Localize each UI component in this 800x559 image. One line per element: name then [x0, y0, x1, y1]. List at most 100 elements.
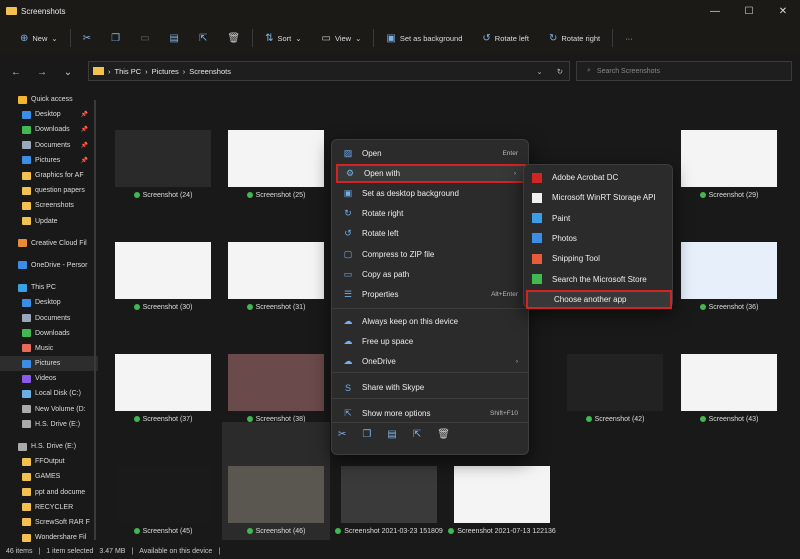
sidebar-item[interactable]: Desktop 📌: [0, 107, 98, 122]
file-tile[interactable]: Screenshot (24): [109, 120, 217, 204]
sidebar-item[interactable]: Creative Cloud Fil: [0, 236, 98, 251]
menu-item-rotate-right[interactable]: ↻ Rotate right: [336, 204, 526, 223]
rename-button[interactable]: ▤: [162, 26, 187, 50]
menu-item-copy-as-path[interactable]: ▭ Copy as path: [336, 265, 526, 284]
sidebar-item[interactable]: RECYCLER: [0, 500, 98, 515]
share-button[interactable]: ⇱: [191, 26, 215, 50]
file-tile[interactable]: Screenshot (31): [222, 232, 330, 316]
delete-button[interactable]: 🗑: [219, 26, 248, 50]
sidebar-item[interactable]: Update: [0, 214, 98, 229]
forward-arrow-icon[interactable]: →: [32, 67, 52, 78]
share-icon[interactable]: ⇱: [413, 429, 421, 440]
file-tile[interactable]: Screenshot (38): [222, 344, 330, 428]
sidebar-item[interactable]: Wondershare Fil: [0, 530, 98, 545]
breadcrumb-this-pc[interactable]: This PC: [115, 67, 142, 76]
submenu-item-choose-another-app[interactable]: Choose another app: [526, 289, 672, 309]
menu-item-open[interactable]: ▨ Open Enter: [336, 144, 526, 163]
sidebar-item[interactable]: This PC: [0, 280, 98, 295]
file-tile[interactable]: Screenshot (36): [675, 232, 783, 316]
sidebar-item[interactable]: FFOutput: [0, 454, 98, 469]
submenu-item-microsoft-winrt-storage-api[interactable]: Microsoft WinRT Storage API: [526, 188, 672, 207]
menu-item-rotate-left[interactable]: ↺ Rotate left: [336, 224, 526, 243]
sidebar-item[interactable]: Pictures: [0, 356, 98, 372]
file-tile[interactable]: Screenshot (43): [675, 344, 783, 428]
refresh-icon[interactable]: ↻: [557, 67, 563, 76]
minimize-button[interactable]: —: [698, 0, 732, 22]
sidebar-scrollbar[interactable]: [94, 100, 96, 540]
submenu-item-snipping-tool[interactable]: Snipping Tool: [526, 249, 672, 268]
file-tile[interactable]: Screenshot (29): [675, 120, 783, 204]
chevron-down-icon[interactable]: ⌄: [536, 67, 542, 76]
menu-item-label: Open: [362, 149, 382, 158]
copy-icon[interactable]: ❐: [362, 429, 371, 440]
open-with-icon: ⚙: [345, 168, 355, 178]
sidebar-item[interactable]: Documents: [0, 310, 98, 325]
sidebar-item[interactable]: Documents 📌: [0, 138, 98, 153]
sidebar-item[interactable]: Videos: [0, 371, 98, 386]
submenu-item-adobe-acrobat-dc[interactable]: Adobe Acrobat DC: [526, 168, 672, 187]
close-button[interactable]: ✕: [766, 0, 800, 22]
view-button[interactable]: ▭ View ⌄: [314, 26, 370, 50]
sort-button[interactable]: ⇅ Sort ⌄: [257, 26, 309, 50]
rotate-left-button[interactable]: ↺ Rotate left: [474, 26, 537, 50]
sidebar-item-label: Screenshots: [35, 202, 74, 210]
sidebar-item[interactable]: Music: [0, 341, 98, 356]
submenu-item-label: Microsoft WinRT Storage API: [552, 193, 656, 203]
menu-item-properties[interactable]: ☰ Properties Alt+Enter: [336, 285, 526, 304]
file-tile[interactable]: Screenshot (30): [109, 232, 217, 316]
menu-item-show-more-options[interactable]: ⇱ Show more options Shift+F10: [336, 404, 526, 423]
sidebar-item[interactable]: Screenshots: [0, 198, 98, 213]
file-tile[interactable]: Screenshot (37): [109, 344, 217, 428]
paste-button[interactable]: ▭: [132, 26, 157, 50]
menu-item-open-with[interactable]: ⚙ Open with ›: [336, 164, 526, 183]
sidebar-item[interactable]: GAMES: [0, 469, 98, 484]
file-tile[interactable]: Screenshot (42): [561, 344, 669, 428]
sidebar-item[interactable]: ppt and docume: [0, 485, 98, 500]
rotate-right-button[interactable]: ↻ Rotate right: [541, 26, 608, 50]
menu-item-always-keep-on-this-device[interactable]: ☁ Always keep on this device: [336, 312, 526, 331]
copy-button[interactable]: ❐: [103, 26, 128, 50]
sidebar-item[interactable]: New Volume (D:: [0, 402, 98, 417]
navigation-bar: ← → ⌄ ↑ ›This PC ›Pictures ›Screenshots …: [0, 56, 800, 88]
file-tile[interactable]: Screenshot 2021-07-13 122136: [448, 456, 556, 540]
sidebar-item[interactable]: Downloads 📌: [0, 122, 98, 137]
menu-item-compress-to-zip-file[interactable]: ▢ Compress to ZIP file: [336, 245, 526, 264]
submenu-item-label: Search the Microsoft Store: [552, 274, 647, 284]
menu-item-set-as-desktop-background[interactable]: ▣ Set as desktop background: [336, 184, 526, 203]
breadcrumb-pictures[interactable]: Pictures: [152, 67, 179, 76]
breadcrumb-screenshots[interactable]: Screenshots: [189, 67, 231, 76]
menu-item-onedrive[interactable]: ☁ OneDrive ›: [336, 352, 526, 371]
new-button[interactable]: ⊕ New ⌄: [12, 26, 66, 50]
file-tile[interactable]: Screenshot (46): [222, 422, 330, 540]
maximize-button[interactable]: ☐: [732, 0, 766, 22]
sidebar-item[interactable]: Quick access: [0, 92, 98, 107]
submenu-item-photos[interactable]: Photos: [526, 229, 672, 248]
address-bar[interactable]: › This PC › Pictures › Screenshots ⌄ ↻: [88, 61, 570, 81]
search-input[interactable]: ⌕ Search Screenshots: [576, 61, 792, 81]
sidebar-item[interactable]: H.S. Drive (E:): [0, 439, 98, 454]
cut-icon[interactable]: ✂: [338, 429, 346, 440]
sidebar-item[interactable]: Graphics for AF: [0, 168, 98, 183]
delete-icon[interactable]: 🗑: [437, 429, 450, 440]
file-tile[interactable]: Screenshot (45): [109, 456, 217, 540]
cut-button[interactable]: ✂: [75, 26, 99, 50]
sidebar-item[interactable]: Local Disk (C:): [0, 386, 98, 401]
sidebar-item[interactable]: Pictures 📌: [0, 153, 98, 168]
recent-chevron-icon[interactable]: ⌄: [58, 67, 78, 78]
menu-item-free-up-space[interactable]: ☁ Free up space: [336, 332, 526, 351]
sidebar-item[interactable]: question papers: [0, 183, 98, 198]
more-button[interactable]: ···: [617, 26, 641, 50]
sidebar-item[interactable]: ScrewSoft RAR F: [0, 515, 98, 530]
sidebar-item[interactable]: Desktop: [0, 295, 98, 310]
back-arrow-icon[interactable]: ←: [6, 67, 26, 78]
sidebar-item[interactable]: Downloads: [0, 326, 98, 341]
sidebar-item[interactable]: H.S. Drive (E:): [0, 417, 98, 432]
menu-item-share-with-skype[interactable]: S Share with Skype: [336, 378, 526, 397]
file-tile[interactable]: Screenshot (25): [222, 120, 330, 204]
set-background-button[interactable]: ▣ Set as background: [378, 26, 470, 50]
file-tile[interactable]: Screenshot 2021-03-23 151809: [335, 456, 443, 540]
submenu-item-paint[interactable]: Paint: [526, 209, 672, 228]
rename-icon[interactable]: ▤: [387, 429, 396, 440]
sidebar-item[interactable]: OneDrive - Persor: [0, 258, 98, 273]
submenu-item-search-the-microsoft-store[interactable]: Search the Microsoft Store: [526, 270, 672, 289]
